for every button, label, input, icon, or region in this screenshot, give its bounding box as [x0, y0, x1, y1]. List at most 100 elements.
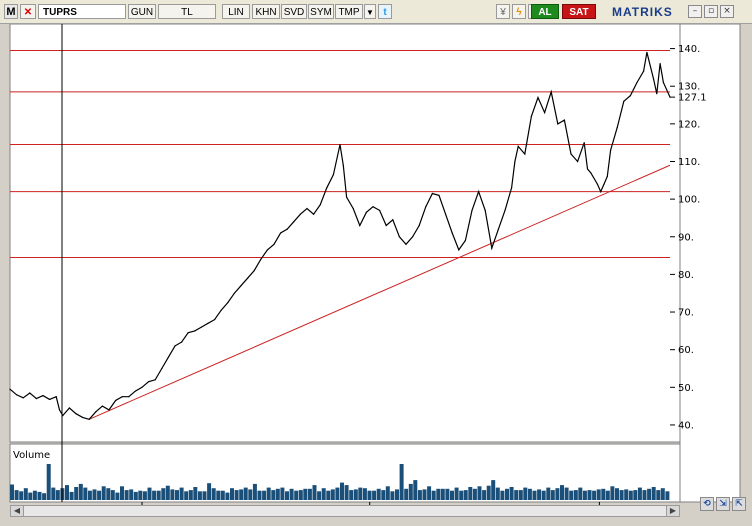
volume-bar-35 [165, 485, 170, 500]
volume-bar-33 [156, 490, 161, 500]
price-point-30 [194, 330, 196, 332]
price-point-98 [610, 149, 612, 151]
price-point-12 [75, 413, 77, 415]
volume-bar-133 [615, 488, 619, 500]
lightning-icon[interactable]: ϟ [512, 4, 526, 19]
currency-button[interactable]: TL [158, 4, 216, 19]
sell-button[interactable]: SAT [562, 4, 596, 19]
price-point-3 [22, 397, 24, 399]
volume-bar-82 [381, 490, 386, 500]
price-point-17 [108, 409, 110, 411]
sync-icon[interactable]: ⟲ [700, 497, 714, 511]
price-point-52 [339, 144, 341, 146]
price-point-80 [514, 160, 516, 163]
volume-bar-84 [390, 491, 395, 500]
volume-bar-104 [482, 490, 487, 500]
sym-button[interactable]: SYM [308, 4, 334, 19]
price-point-100 [623, 100, 625, 102]
volume-bar-48 [225, 492, 230, 500]
volume-bar-64 [298, 490, 303, 500]
matriks-menu-button[interactable]: M [4, 4, 18, 19]
dropdown-arrow-icon[interactable]: ▼ [364, 4, 376, 19]
svd-button[interactable]: SVD [281, 4, 307, 19]
volume-bar-46 [216, 490, 221, 500]
volume-bar-13 [65, 485, 69, 500]
volume-bar-141 [651, 487, 656, 500]
volume-bar-59 [275, 488, 280, 500]
volume-bar-43 [202, 491, 207, 500]
chart-area[interactable]: 40. 50. 60. 70. 80. 90. 100. 110. 120. 130. 140. 12… [0, 23, 752, 522]
price-point-27 [174, 345, 176, 347]
volume-bar-18 [87, 490, 92, 500]
close-icon[interactable]: ✕ [20, 4, 36, 19]
volume-bar-77 [358, 487, 363, 500]
restore-icon[interactable]: ▫ [704, 5, 718, 18]
volume-bar-3 [19, 491, 24, 500]
khn-button[interactable]: KHN [252, 4, 280, 19]
price-point-44 [286, 228, 288, 230]
twitter-icon[interactable]: t [378, 4, 392, 19]
volume-bar-51 [239, 489, 244, 500]
price-point-59 [379, 209, 381, 211]
volume-bar-71 [330, 489, 335, 500]
price-point-88 [563, 119, 566, 121]
price-point-23 [148, 381, 150, 383]
volume-bar-127 [587, 490, 592, 500]
period-button[interactable]: GUN [128, 4, 156, 19]
price-point-41 [266, 249, 268, 251]
volume-bar-93 [431, 490, 436, 500]
price-point-89 [570, 153, 572, 155]
price-point-75 [484, 209, 486, 211]
y-tick-label-130: 130. [678, 82, 700, 93]
volume-bar-130 [601, 488, 606, 500]
volume-bar-114 [527, 488, 532, 500]
y-tick-label-50: 50. [678, 383, 694, 394]
yen-icon[interactable]: ¥ [496, 4, 510, 19]
volume-bar-91 [422, 489, 427, 500]
volume-bar-115 [532, 490, 537, 500]
volume-bar-117 [541, 490, 546, 500]
price-point-102 [636, 81, 638, 84]
volume-bar-66 [307, 488, 312, 500]
price-point-20 [128, 396, 130, 398]
price-point-19 [121, 396, 123, 398]
y-tick-label-90: 90. [678, 232, 694, 243]
volume-bar-8 [42, 493, 47, 500]
volume-bar-6 [32, 490, 37, 500]
linear-scale-button[interactable]: LIN [222, 4, 250, 19]
minimize-icon[interactable]: – [688, 5, 702, 18]
volume-bar-83 [385, 486, 390, 500]
symbol-field[interactable]: TUPRS [38, 4, 126, 19]
scroll-left-icon[interactable]: ◀ [11, 506, 24, 516]
buy-button[interactable]: AL [531, 4, 559, 19]
price-point-60 [385, 224, 387, 227]
volume-bar-98 [454, 487, 459, 500]
volume-bar-40 [188, 490, 193, 500]
horizontal-scrollbar[interactable]: ◀ ▶ [10, 505, 680, 517]
volume-bar-126 [582, 490, 587, 500]
price-point-36 [233, 292, 235, 294]
volume-bar-53 [248, 489, 253, 500]
zoom-in-icon[interactable]: ⇲ [716, 497, 730, 511]
price-point-32 [207, 322, 209, 324]
volume-bar-112 [518, 490, 523, 500]
volume-bar-24 [115, 492, 120, 500]
volume-bar-89 [413, 480, 418, 500]
volume-bar-61 [285, 491, 289, 500]
volume-bar-131 [605, 490, 610, 500]
price-point-1 [9, 388, 11, 390]
price-point-54 [346, 196, 348, 198]
price-point-94 [596, 183, 599, 185]
price-point-68 [438, 194, 440, 196]
scroll-right-icon[interactable]: ▶ [666, 506, 679, 516]
volume-bar-44 [207, 483, 212, 500]
price-point-67 [431, 192, 433, 195]
last-price-label: 127.1 [678, 93, 707, 104]
window-close-icon[interactable]: × [720, 5, 734, 18]
template-button[interactable]: TMP [335, 4, 363, 19]
volume-bar-107 [495, 487, 500, 500]
volume-bar-132 [610, 486, 615, 500]
zoom-out-icon[interactable]: ⇱ [732, 497, 746, 511]
volume-bar-55 [257, 490, 262, 500]
volume-bar-102 [472, 488, 477, 500]
